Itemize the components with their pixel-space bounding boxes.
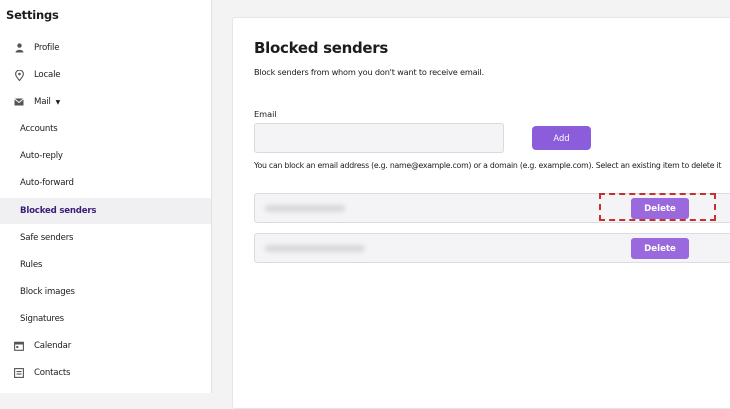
sidebar-item-contacts[interactable]: Contacts [0,360,211,386]
sidebar-item-label: Safe senders [20,233,74,243]
redacted-email [265,205,345,212]
sidebar-item-signatures[interactable]: Signatures [0,306,211,332]
blocked-sender-row[interactable]: Delete [254,233,730,263]
mail-icon [13,96,25,108]
sidebar-item-label: Mail [34,97,51,107]
hint-text: You can block an email address (e.g. nam… [254,161,722,170]
sidebar-item-safe-senders[interactable]: Safe senders [0,225,211,251]
page-description: Block senders from whom you don't want t… [254,67,484,77]
sidebar-item-label: Calendar [34,341,72,351]
sidebar-item-locale[interactable]: Locale [0,62,211,88]
sidebar-item-mail[interactable]: Mail ▼ [0,89,211,115]
delete-button[interactable]: Delete [631,238,689,259]
person-icon [13,42,25,54]
calendar-icon [13,340,25,352]
settings-sidebar: Settings Profile Locale Mail ▼ Accounts … [0,0,212,393]
contacts-icon [13,367,25,379]
sidebar-item-label: Blocked senders [20,206,97,216]
sidebar-item-calendar[interactable]: Calendar [0,333,211,359]
page-title: Blocked senders [254,39,388,57]
sidebar-item-label: Block images [20,287,75,297]
sidebar-item-block-images[interactable]: Block images [0,279,211,305]
sidebar-item-auto-forward[interactable]: Auto-forward [0,170,211,196]
email-input[interactable] [254,123,504,153]
sidebar-item-auto-reply[interactable]: Auto-reply [0,143,211,169]
email-label: Email [254,109,277,119]
sidebar-item-label: Auto-forward [20,178,74,188]
sidebar-item-label: Profile [34,43,60,53]
sidebar-title: Settings [6,8,59,22]
chevron-down-icon: ▼ [55,98,61,106]
sidebar-item-label: Rules [20,260,43,270]
add-button[interactable]: Add [532,126,591,150]
location-pin-icon [13,69,25,81]
sidebar-item-label: Accounts [20,124,58,134]
sidebar-item-accounts[interactable]: Accounts [0,116,211,142]
redacted-email [265,245,365,252]
sidebar-item-rules[interactable]: Rules [0,252,211,278]
sidebar-item-blocked-senders[interactable]: Blocked senders [0,198,211,224]
sidebar-item-label: Signatures [20,314,64,324]
sidebar-item-label: Contacts [34,368,71,378]
highlight-box [599,193,716,221]
sidebar-item-label: Auto-reply [20,151,63,161]
sidebar-item-label: Locale [34,70,61,80]
sidebar-item-profile[interactable]: Profile [0,35,211,61]
blocked-senders-panel: Blocked senders Block senders from whom … [232,17,730,409]
